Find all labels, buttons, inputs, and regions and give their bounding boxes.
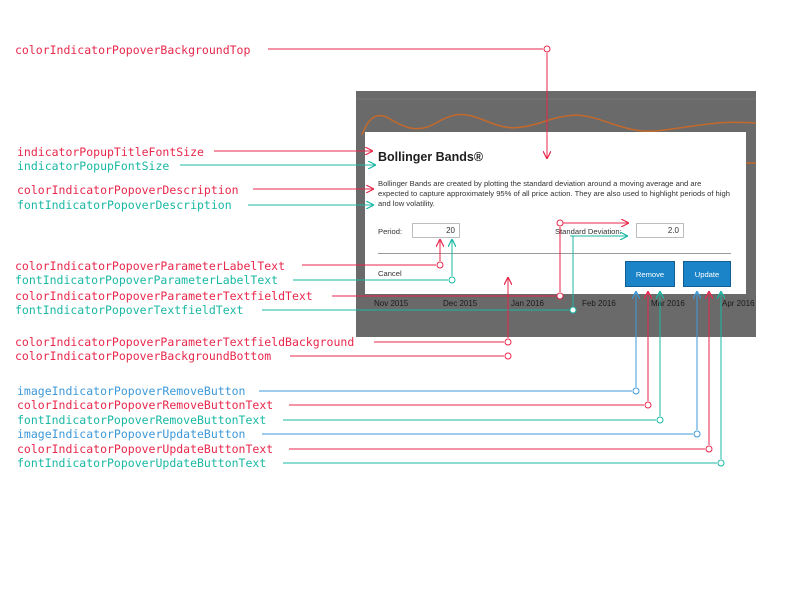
annotation-label: indicatorPopupTitleFontSize <box>17 145 204 159</box>
annotation-label: colorIndicatorPopoverBackgroundBottom <box>15 349 272 363</box>
annotation-label: fontIndicatorPopoverRemoveButtonText <box>17 413 267 427</box>
annotation-label: fontIndicatorPopoverDescription <box>17 198 232 212</box>
annotation-label: colorIndicatorPopoverRemoveButtonText <box>17 398 274 412</box>
annotation-label: colorIndicatorPopoverDescription <box>17 183 239 197</box>
annotation-label: fontIndicatorPopoverTextfieldText <box>15 303 244 317</box>
annotation-label: fontIndicatorPopoverUpdateButtonText <box>17 456 267 470</box>
annotation-label: indicatorPopupFontSize <box>17 159 170 173</box>
annotation-label: colorIndicatorPopoverBackgroundTop <box>15 43 251 57</box>
annotation-label: fontIndicatorPopoverParameterLabelText <box>15 273 279 287</box>
annotation-label: colorIndicatorPopoverParameterTextfieldT… <box>15 289 313 303</box>
annotation-label: imageIndicatorPopoverRemoveButton <box>17 384 246 398</box>
annotation-label: colorIndicatorPopoverParameterLabelText <box>15 259 286 273</box>
annotation-label: colorIndicatorPopoverParameterTextfieldB… <box>15 335 355 349</box>
annotation-label: imageIndicatorPopoverUpdateButton <box>17 427 246 441</box>
annotation-label: colorIndicatorPopoverUpdateButtonText <box>17 442 274 456</box>
